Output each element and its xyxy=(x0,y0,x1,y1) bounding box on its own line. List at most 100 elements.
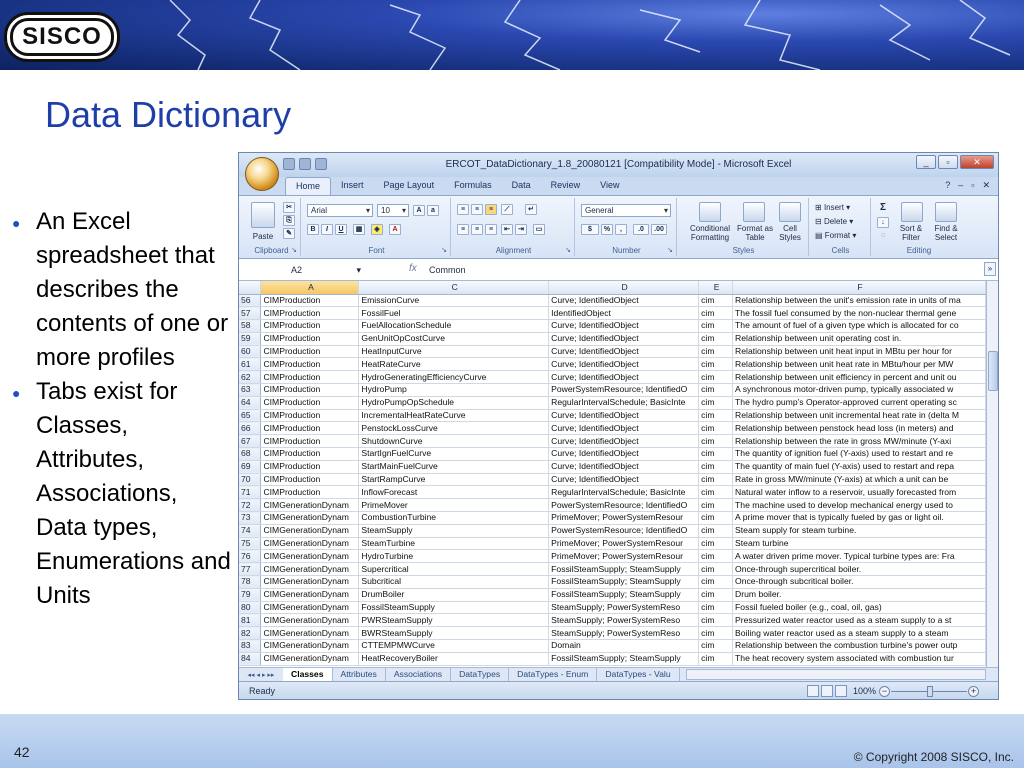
table-cell[interactable]: A synchronous motor-driven pump, typical… xyxy=(732,383,986,397)
format-as-table-icon[interactable] xyxy=(743,202,765,222)
table-cell[interactable]: Curve; IdentifiedObject xyxy=(548,319,700,333)
table-cell[interactable]: Curve; IdentifiedObject xyxy=(548,421,700,436)
table-cell[interactable]: cim xyxy=(698,332,734,346)
table-cell[interactable]: FossilSteamSupply; SteamSupply xyxy=(548,652,700,666)
number-format-select[interactable]: General xyxy=(581,204,671,217)
table-cell[interactable]: Pressurized water reactor used as a stea… xyxy=(732,613,986,628)
fill-color-icon[interactable]: ◈ xyxy=(371,224,383,235)
tab-formulas[interactable]: Formulas xyxy=(444,177,502,195)
table-cell[interactable]: CIMProduction xyxy=(260,396,360,410)
table-cell[interactable]: HydroGeneratingEfficiencyCurve xyxy=(358,370,550,385)
grow-font-icon[interactable]: A xyxy=(413,205,425,216)
table-cell[interactable]: Supercritical xyxy=(358,562,550,577)
table-cell[interactable]: Relationship between unit heat input in … xyxy=(732,345,986,359)
table-cell[interactable]: FossilSteamSupply; SteamSupply xyxy=(548,588,700,602)
sheet-tab[interactable]: Attributes xyxy=(333,668,386,681)
table-cell[interactable]: cim xyxy=(698,396,734,410)
zoom-slider[interactable]: − + xyxy=(879,686,979,697)
row-number[interactable]: 80 xyxy=(239,601,262,615)
table-cell[interactable]: CIMGenerationDynam xyxy=(260,613,360,628)
comma-icon[interactable]: , xyxy=(615,224,627,235)
table-cell[interactable]: cim xyxy=(698,345,734,359)
expand-formula-bar-icon[interactable]: » xyxy=(984,262,996,276)
row-number[interactable]: 62 xyxy=(239,370,262,385)
table-cell[interactable]: Curve; IdentifiedObject xyxy=(548,332,700,346)
table-cell[interactable]: PrimeMover; PowerSystemResour xyxy=(548,537,700,551)
table-cell[interactable]: cim xyxy=(698,319,734,333)
table-cell[interactable]: Curve; IdentifiedObject xyxy=(548,434,700,449)
table-cell[interactable]: cim xyxy=(698,421,734,436)
row-number[interactable]: 84 xyxy=(239,652,262,666)
table-cell[interactable]: cim xyxy=(698,652,734,666)
table-cell[interactable]: CIMProduction xyxy=(260,447,360,461)
paste-button[interactable]: Paste xyxy=(245,232,281,241)
table-cell[interactable]: cim xyxy=(698,383,734,397)
delete-button[interactable]: ⊟ Delete ▾ xyxy=(815,217,853,226)
table-cell[interactable]: cim xyxy=(698,357,734,372)
row-number[interactable]: 72 xyxy=(239,498,262,513)
table-cell[interactable]: FossilSteamSupply xyxy=(358,601,550,615)
table-cell[interactable]: PrimeMover xyxy=(358,498,550,513)
table-cell[interactable]: StartIgnFuelCurve xyxy=(358,447,550,461)
table-cell[interactable]: Once-through subcritical boiler. xyxy=(732,575,986,589)
table-cell[interactable]: PWRSteamSupply xyxy=(358,613,550,628)
row-number[interactable]: 64 xyxy=(239,396,262,410)
table-cell[interactable]: CIMProduction xyxy=(260,294,360,308)
table-cell[interactable]: The quantity of main fuel (Y-axis) used … xyxy=(732,460,986,474)
row-number[interactable]: 83 xyxy=(239,639,262,653)
close-icon[interactable]: ✕ xyxy=(982,180,990,191)
orientation-icon[interactable]: ⟋ xyxy=(501,204,513,215)
table-cell[interactable]: cim xyxy=(698,613,734,628)
table-cell[interactable]: CIMProduction xyxy=(260,357,360,372)
page-break-view-icon[interactable] xyxy=(835,685,847,697)
align-center-icon[interactable]: ≡ xyxy=(471,224,483,235)
table-cell[interactable]: PowerSystemResource; IdentifiedO xyxy=(548,383,700,397)
row-number[interactable]: 67 xyxy=(239,434,262,449)
font-size-select[interactable]: 10 xyxy=(377,204,409,217)
find-select-icon[interactable] xyxy=(935,202,957,222)
table-cell[interactable]: PowerSystemResource; IdentifiedO xyxy=(548,524,700,538)
table-cell[interactable]: HydroTurbine xyxy=(358,549,550,564)
table-cell[interactable]: CIMProduction xyxy=(260,345,360,359)
row-number[interactable]: 57 xyxy=(239,306,262,321)
table-cell[interactable]: IncrementalHeatRateCurve xyxy=(358,409,550,423)
table-cell[interactable]: cim xyxy=(698,370,734,385)
table-cell[interactable]: Relationship between unit heat rate in M… xyxy=(732,357,986,372)
table-cell[interactable]: GenUnitOpCostCurve xyxy=(358,332,550,346)
table-cell[interactable]: cim xyxy=(698,562,734,577)
sheet-tab[interactable]: DataTypes - Enum xyxy=(509,668,598,681)
table-cell[interactable]: CIMProduction xyxy=(260,485,360,500)
insert-button[interactable]: ⊞ Insert ▾ xyxy=(815,203,850,212)
name-box[interactable]: A2 xyxy=(245,263,363,277)
table-cell[interactable]: CIMProduction xyxy=(260,306,360,321)
office-button[interactable] xyxy=(245,157,279,191)
table-cell[interactable]: cim xyxy=(698,306,734,321)
row-number[interactable]: 61 xyxy=(239,357,262,372)
row-number[interactable]: 74 xyxy=(239,524,262,538)
close-icon[interactable]: ✕ xyxy=(960,155,994,169)
table-cell[interactable]: cim xyxy=(698,549,734,564)
worksheet-grid[interactable]: A C D E F 56 CIMProduction EmissionCurve Cu… xyxy=(239,281,986,667)
tab-view[interactable]: View xyxy=(590,177,629,195)
align-left-icon[interactable]: ≡ xyxy=(457,224,469,235)
table-cell[interactable]: Relationship between the unit's emission… xyxy=(732,294,986,308)
column-header[interactable]: F xyxy=(732,281,986,295)
table-cell[interactable]: Boiling water reactor used as a steam su… xyxy=(732,626,986,641)
table-cell[interactable]: cim xyxy=(698,524,734,538)
table-cell[interactable]: CIMProduction xyxy=(260,383,360,397)
fill-icon[interactable]: ↓ xyxy=(877,217,889,228)
table-cell[interactable]: DrumBoiler xyxy=(358,588,550,602)
table-cell[interactable]: Curve; IdentifiedObject xyxy=(548,460,700,474)
font-name-select[interactable]: Arial xyxy=(307,204,373,217)
format-as-table-button[interactable]: Format as Table xyxy=(735,224,775,242)
zoom-out-icon[interactable]: − xyxy=(879,686,890,697)
table-cell[interactable]: HydroPump xyxy=(358,383,550,397)
merge-center-icon[interactable]: ▭ xyxy=(533,224,545,235)
dialog-launcher-icon[interactable]: ↘ xyxy=(441,246,447,254)
align-top-icon[interactable]: ≡ xyxy=(457,204,469,215)
row-number[interactable]: 76 xyxy=(239,549,262,564)
format-button[interactable]: ▤ Format ▾ xyxy=(815,231,856,240)
table-cell[interactable]: Curve; IdentifiedObject xyxy=(548,294,700,308)
function-icon[interactable]: fx xyxy=(409,263,417,274)
format-painter-icon[interactable]: ✎ xyxy=(283,228,295,239)
